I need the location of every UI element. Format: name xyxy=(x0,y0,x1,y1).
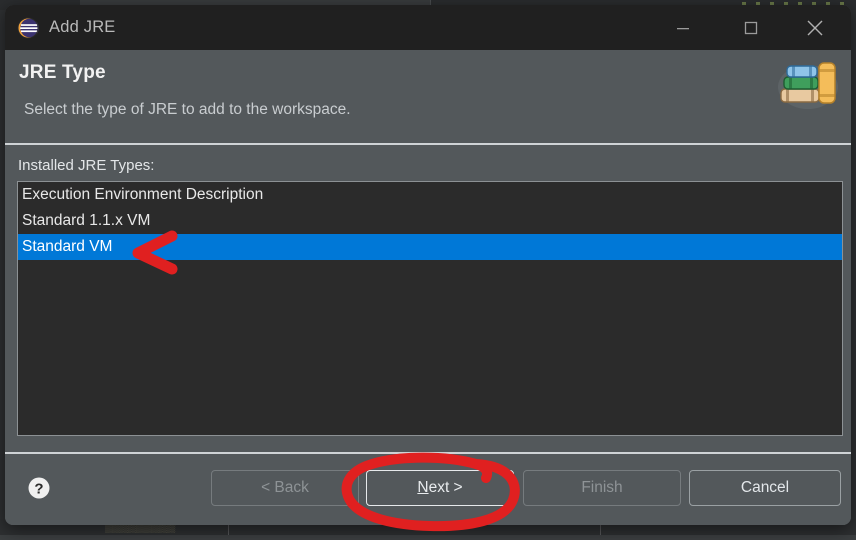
svg-text:?: ? xyxy=(34,481,43,498)
page-description: Select the type of JRE to add to the wor… xyxy=(24,101,351,118)
dialog-title: Add JRE xyxy=(49,18,116,36)
list-item[interactable]: Standard 1.1.x VM xyxy=(18,208,842,234)
list-item-selected[interactable]: Standard VM xyxy=(18,234,842,260)
dialog-button-bar: ? < Back Next > Finish Cancel xyxy=(5,452,851,525)
help-icon: ? xyxy=(28,477,50,499)
jre-type-list[interactable]: Execution Environment Description Standa… xyxy=(17,181,843,436)
back-button[interactable]: < Back xyxy=(211,470,359,506)
eclipse-icon xyxy=(17,17,39,39)
next-button[interactable]: Next > xyxy=(366,470,514,506)
minimize-icon xyxy=(677,27,689,29)
next-button-mnemonic: N xyxy=(417,479,429,496)
add-jre-dialog: Add JRE JRE Type Select the type of JRE … xyxy=(5,5,851,525)
dialog-content: Installed JRE Types: Execution Environme… xyxy=(5,145,851,452)
maximize-icon xyxy=(744,21,758,34)
back-button-label: < Back xyxy=(261,479,309,496)
dialog-header: JRE Type Select the type of JRE to add t… xyxy=(5,50,851,145)
dialog-title-bar[interactable]: Add JRE xyxy=(5,5,851,50)
books-stack-icon xyxy=(771,53,845,113)
next-button-label: ext > xyxy=(428,479,463,496)
close-button[interactable] xyxy=(787,5,843,50)
cancel-button[interactable]: Cancel xyxy=(689,470,841,506)
maximize-button[interactable] xyxy=(723,5,779,50)
close-icon xyxy=(807,20,823,35)
list-item[interactable]: Execution Environment Description xyxy=(18,182,842,208)
minimize-button[interactable] xyxy=(655,5,711,50)
page-title: JRE Type xyxy=(19,62,106,83)
installed-jre-types-label: Installed JRE Types: xyxy=(18,157,155,174)
finish-button[interactable]: Finish xyxy=(523,470,681,506)
help-button[interactable]: ? xyxy=(27,476,51,500)
cancel-button-label: Cancel xyxy=(740,479,790,496)
finish-button-label: Finish xyxy=(581,479,623,496)
